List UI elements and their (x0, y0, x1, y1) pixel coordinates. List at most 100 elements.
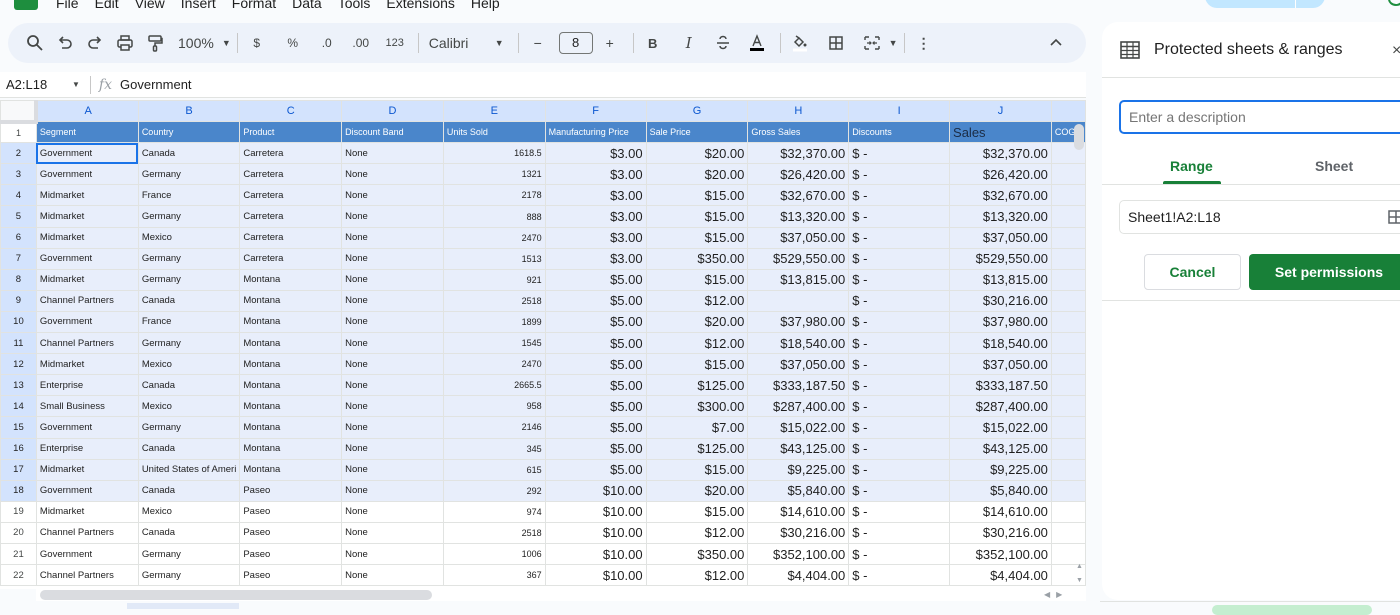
row-number[interactable]: 5 (0, 205, 37, 228)
fill-color-icon[interactable] (787, 29, 813, 57)
cell[interactable]: $529,550.00 (747, 247, 850, 270)
cell[interactable]: Midmarket (35, 226, 139, 249)
cell[interactable] (1050, 395, 1086, 418)
cell[interactable]: France (137, 184, 241, 207)
cell[interactable]: $5.00 (544, 395, 647, 418)
cell[interactable]: $ - (848, 142, 951, 165)
cell[interactable]: $3.00 (544, 247, 647, 270)
set-permissions-button[interactable]: Set permissions (1249, 254, 1400, 290)
column-header[interactable]: D (341, 100, 444, 123)
cell[interactable]: Montana (239, 310, 343, 334)
cell[interactable]: Carretera (239, 247, 343, 270)
cell[interactable]: $ - (848, 184, 951, 207)
account-avatar[interactable] (1388, 0, 1400, 6)
currency-format-button[interactable]: $ (244, 29, 270, 57)
cell[interactable] (1050, 416, 1086, 439)
row-number[interactable]: 7 (0, 247, 37, 270)
row-number[interactable]: 20 (0, 521, 37, 544)
cell[interactable]: $ - (848, 205, 951, 228)
cell[interactable]: Canada (137, 437, 241, 460)
cell[interactable]: None (341, 479, 444, 502)
cell[interactable]: Canada (137, 142, 241, 165)
cell[interactable]: $125.00 (645, 437, 749, 460)
cell[interactable]: $333,187.50 (747, 374, 850, 397)
cell[interactable]: $32,670.00 (747, 184, 850, 207)
cell[interactable]: $13,320.00 (949, 205, 1052, 228)
cell[interactable]: Paseo (239, 542, 343, 566)
cell[interactable]: $15,022.00 (949, 416, 1052, 439)
cell[interactable]: Germany (137, 416, 241, 439)
cell[interactable]: Paseo (239, 500, 343, 523)
cell[interactable]: 2518 (442, 289, 546, 312)
cell[interactable]: 2518 (442, 521, 546, 544)
cell[interactable]: None (341, 142, 444, 165)
cell[interactable]: Channel Partners (35, 564, 139, 587)
cell[interactable]: $37,980.00 (747, 310, 850, 334)
cell[interactable]: Carretera (239, 142, 343, 165)
cell[interactable]: $9,225.00 (747, 458, 850, 481)
decrease-font-size-button[interactable]: − (525, 29, 551, 57)
cell[interactable]: Montana (239, 395, 343, 418)
print-icon[interactable] (112, 29, 138, 57)
search-menus-icon[interactable] (22, 29, 48, 57)
row-number[interactable]: 9 (0, 289, 37, 312)
cell[interactable]: Germany (137, 163, 241, 186)
cell[interactable]: $5.00 (544, 437, 647, 460)
cell[interactable]: $5.00 (544, 353, 647, 376)
cell[interactable]: None (341, 205, 444, 228)
cell[interactable]: Germany (137, 268, 241, 291)
column-header[interactable]: A (35, 100, 139, 123)
cell[interactable]: $ - (848, 310, 951, 334)
row-number[interactable]: 10 (0, 310, 37, 334)
cell[interactable]: Midmarket (35, 458, 139, 481)
cell[interactable]: Carretera (239, 184, 343, 207)
cell[interactable] (1050, 310, 1086, 334)
cell[interactable]: Mexico (137, 226, 241, 249)
description-input[interactable] (1119, 100, 1400, 134)
cell[interactable]: $37,050.00 (949, 353, 1052, 376)
explore-button[interactable] (1212, 605, 1372, 615)
cell[interactable]: None (341, 247, 444, 270)
cell[interactable]: Canada (137, 374, 241, 397)
row-number[interactable]: 8 (0, 268, 37, 291)
cell[interactable]: $350.00 (645, 542, 749, 566)
cell[interactable]: Midmarket (35, 353, 139, 376)
column-header[interactable]: B (137, 100, 241, 123)
cell[interactable]: $15,022.00 (747, 416, 850, 439)
cell[interactable]: $15.00 (645, 184, 749, 207)
cell[interactable]: Germany (137, 332, 241, 355)
cell[interactable]: $ - (848, 374, 951, 397)
cell[interactable]: $10.00 (544, 500, 647, 523)
cell[interactable]: Mexico (137, 353, 241, 376)
cell[interactable]: $15.00 (645, 226, 749, 249)
row-number[interactable]: 14 (0, 395, 37, 418)
cell[interactable]: $30,216.00 (949, 289, 1052, 312)
cell[interactable]: $7.00 (645, 416, 749, 439)
header-cell[interactable]: Discounts (848, 121, 951, 144)
cell[interactable]: None (341, 437, 444, 460)
column-header[interactable]: E (442, 100, 546, 123)
tab-range[interactable]: Range (1170, 158, 1213, 174)
cell[interactable]: Government (35, 416, 139, 439)
cell[interactable]: $20.00 (645, 142, 749, 165)
cell[interactable]: $287,400.00 (747, 395, 850, 418)
cell[interactable]: Carretera (239, 205, 343, 228)
spreadsheet-grid[interactable]: ABCDEFGHIJ 1 Segment Country Product Discou… (0, 100, 1086, 589)
cell[interactable]: $ - (848, 332, 951, 355)
cell[interactable]: Enterprise (35, 437, 139, 460)
cell[interactable]: None (341, 500, 444, 523)
cell[interactable]: $12.00 (645, 332, 749, 355)
header-cell[interactable]: Units Sold (442, 121, 546, 144)
menu-file[interactable]: File (56, 0, 79, 11)
cell[interactable]: Government (35, 310, 139, 334)
cell[interactable]: $ - (848, 521, 951, 544)
cell[interactable]: Montana (239, 374, 343, 397)
name-box-dropdown-icon[interactable]: ▼ (72, 80, 80, 89)
cell[interactable]: $287,400.00 (949, 395, 1052, 418)
header-cell[interactable]: Country (137, 121, 241, 144)
cell[interactable]: $ - (848, 458, 951, 481)
cell[interactable] (1050, 479, 1086, 502)
row-number[interactable]: 2 (0, 142, 37, 165)
cell[interactable]: $12.00 (645, 564, 749, 587)
cell[interactable]: Mexico (137, 500, 241, 523)
